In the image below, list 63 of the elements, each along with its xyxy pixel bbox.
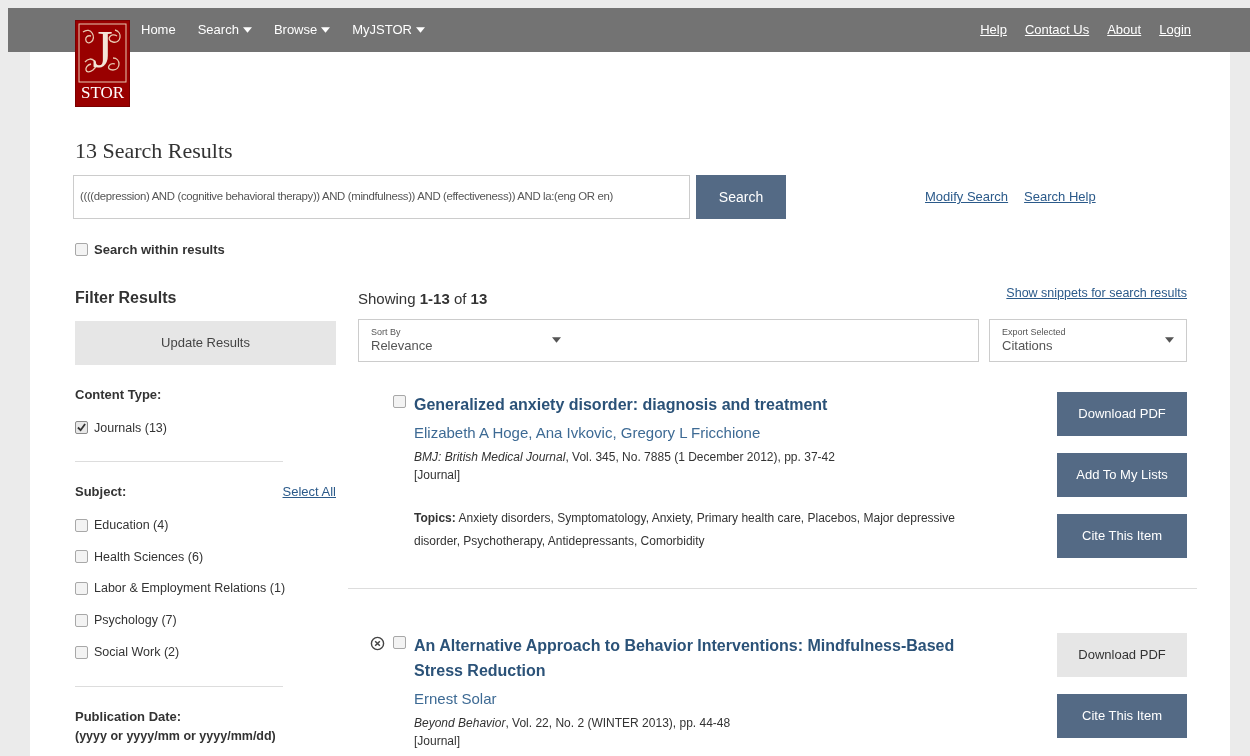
checkmark-icon [77,423,86,433]
result-button[interactable]: Cite This Item [1057,513,1187,558]
caret-icon [1165,337,1174,344]
filter-heading: Content Type: [75,386,162,404]
select-value: Citations [1002,337,1054,354]
result-topics: Topics: Anxiety disorders, Symptomatology, Anxiety, Primary health care, Placebos, Major depressive disorder, Psychotherapy, Antidepressants, Comorbidity [414,510,956,551]
nav-link[interactable]: Login [1159,20,1191,40]
checkbox-label: Search within results [94,241,225,259]
nav-link[interactable]: Search [197,20,252,40]
select-value: Relevance [371,337,433,354]
result-button[interactable]: Download PDF [1057,391,1187,436]
filter-option: Journals (13) [94,418,167,438]
update-results-button[interactable]: Update Results [75,321,336,365]
caret-icon [552,337,562,344]
nav-link[interactable]: About [1107,20,1142,40]
search-button[interactable]: Search [696,175,786,219]
caret-icon [321,26,331,33]
search-link[interactable]: Modify Search [925,187,1009,207]
result-authors[interactable]: Elizabeth A Hoge, Ana Ivkovic, Gregory L Fricchione [414,421,989,445]
checkbox[interactable] [75,243,88,257]
logo-text: STOR [80,82,125,104]
result-title[interactable]: An Alternative Approach to Behavior Interventions: Mindfulness-Based Stress Reduction [414,632,989,683]
checkbox[interactable] [75,550,88,564]
select-field[interactable]: Export Selected Citations [989,318,1187,362]
nav-link[interactable]: Help [980,20,1007,40]
nav-link[interactable]: Contact Us [1024,20,1090,40]
caret-icon [242,26,252,33]
filter-heading: Publication Date: [75,707,182,726]
result-button[interactable]: Add To My Lists [1057,452,1187,497]
select-label: Export Selected [1002,326,1066,338]
logo-letter: J [92,21,113,79]
filter-option: Labor & Employment Relations (1) [94,579,286,598]
result-citation: BMJ: British Medical Journal, Vol. 345, No. 7885 (1 December 2012), pp. 37-42 [414,449,836,467]
nav-link[interactable]: Browse [273,20,331,40]
remove-icon[interactable] [370,635,385,651]
filter-option: Health Sciences (6) [94,547,204,567]
select-label: Sort By [371,326,402,338]
checkbox[interactable] [75,421,88,435]
filter-heading: Subject: [75,483,127,502]
filter-title: Filter Results [75,288,178,308]
filter-option: Education (4) [94,515,169,535]
result-type: [Journal] [414,468,462,484]
result-button[interactable]: Cite This Item [1057,693,1187,738]
snippets-link[interactable]: Show snippets for search results [1006,284,1187,303]
result-authors[interactable]: Ernest Solar [414,687,989,711]
search-field[interactable]: ((((depression) AND (cognitive behavioral therapy)) AND (mindfulness)) AND (effectiveness)) AND la:(eng OR en) [73,175,690,219]
caret-icon [415,26,425,33]
nav-link[interactable]: Home [141,20,176,40]
result-title[interactable]: Generalized anxiety disorder: diagnosis and treatment [414,391,989,417]
filter-option: Psychology (7) [94,611,177,630]
results-count: Showing 1-13 of 13 [358,289,488,310]
select-field[interactable]: Sort By Relevance [358,318,979,362]
result-citation: Beyond Behavior, Vol. 22, No. 2 (WINTER 2013), pp. 44-48 [414,715,732,733]
filter-option: Social Work (2) [94,642,180,662]
result-type: [Journal] [414,734,462,750]
checkbox[interactable] [75,582,88,596]
ornament-icon [77,22,128,84]
nav-link[interactable]: MyJSTOR [352,20,425,40]
select-all-link[interactable]: Select All [282,482,336,502]
search-link[interactable]: Search Help [1024,187,1096,207]
page-title: 13 Search Results [75,137,234,165]
date-hint: (yyyy or yyyy/mm or yyyy/mm/dd) [75,728,277,745]
logo[interactable]: J STOR [75,20,130,107]
